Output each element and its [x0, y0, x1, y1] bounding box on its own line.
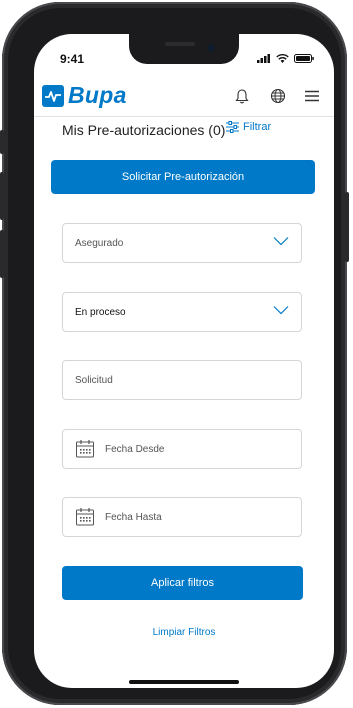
filter-sliders-icon	[226, 121, 239, 133]
phone-screen: 9:41 Bupa Mis Pre-autorizaciones (0) Fil…	[34, 34, 334, 688]
status-select-value: En proceso	[75, 306, 126, 318]
insured-select-value: Asegurado	[75, 237, 124, 249]
calendar-icon	[76, 508, 94, 526]
status-icons	[257, 54, 314, 63]
hamburger-menu-icon[interactable]	[302, 86, 322, 106]
date-to-input[interactable]: Fecha Hasta	[62, 497, 302, 537]
bupa-logo[interactable]: Bupa	[42, 82, 127, 109]
globe-icon[interactable]	[268, 86, 288, 106]
volume-up-button	[0, 172, 4, 220]
logo-text: Bupa	[68, 82, 127, 108]
chevron-down-icon	[273, 306, 289, 315]
date-to-placeholder: Fecha Hasta	[105, 511, 162, 523]
volume-down-button	[0, 230, 4, 278]
apply-filters-button[interactable]: Aplicar filtros	[62, 566, 303, 600]
cellular-signal-icon	[257, 54, 270, 63]
status-select[interactable]: En proceso	[62, 292, 302, 332]
app-header: Bupa	[34, 78, 334, 118]
mute-switch	[0, 130, 4, 154]
header-divider	[34, 116, 334, 117]
calendar-icon	[76, 440, 94, 458]
request-preauthorization-button[interactable]: Solicitar Pre-autorización	[51, 160, 315, 194]
page-title: Mis Pre-autorizaciones (0)	[62, 122, 226, 138]
home-indicator	[129, 680, 239, 684]
bell-icon[interactable]	[232, 86, 252, 106]
filter-label: Filtrar	[243, 121, 272, 133]
wifi-icon	[276, 54, 289, 63]
heartbeat-icon	[42, 84, 64, 107]
request-number-placeholder: Solicitud	[75, 374, 113, 386]
notch	[129, 34, 239, 64]
request-number-input[interactable]: Solicitud	[62, 360, 302, 400]
front-camera	[207, 44, 215, 52]
chevron-down-icon	[273, 237, 289, 246]
speaker	[165, 42, 195, 46]
filter-toggle[interactable]: Filtrar	[226, 121, 271, 133]
date-from-input[interactable]: Fecha Desde	[62, 429, 302, 469]
power-button	[345, 192, 349, 262]
status-time: 9:41	[60, 52, 85, 66]
battery-icon	[294, 54, 314, 63]
clear-filters-link[interactable]: Limpiar Filtros	[34, 627, 334, 638]
date-from-placeholder: Fecha Desde	[105, 443, 165, 455]
insured-select[interactable]: Asegurado	[62, 223, 302, 263]
